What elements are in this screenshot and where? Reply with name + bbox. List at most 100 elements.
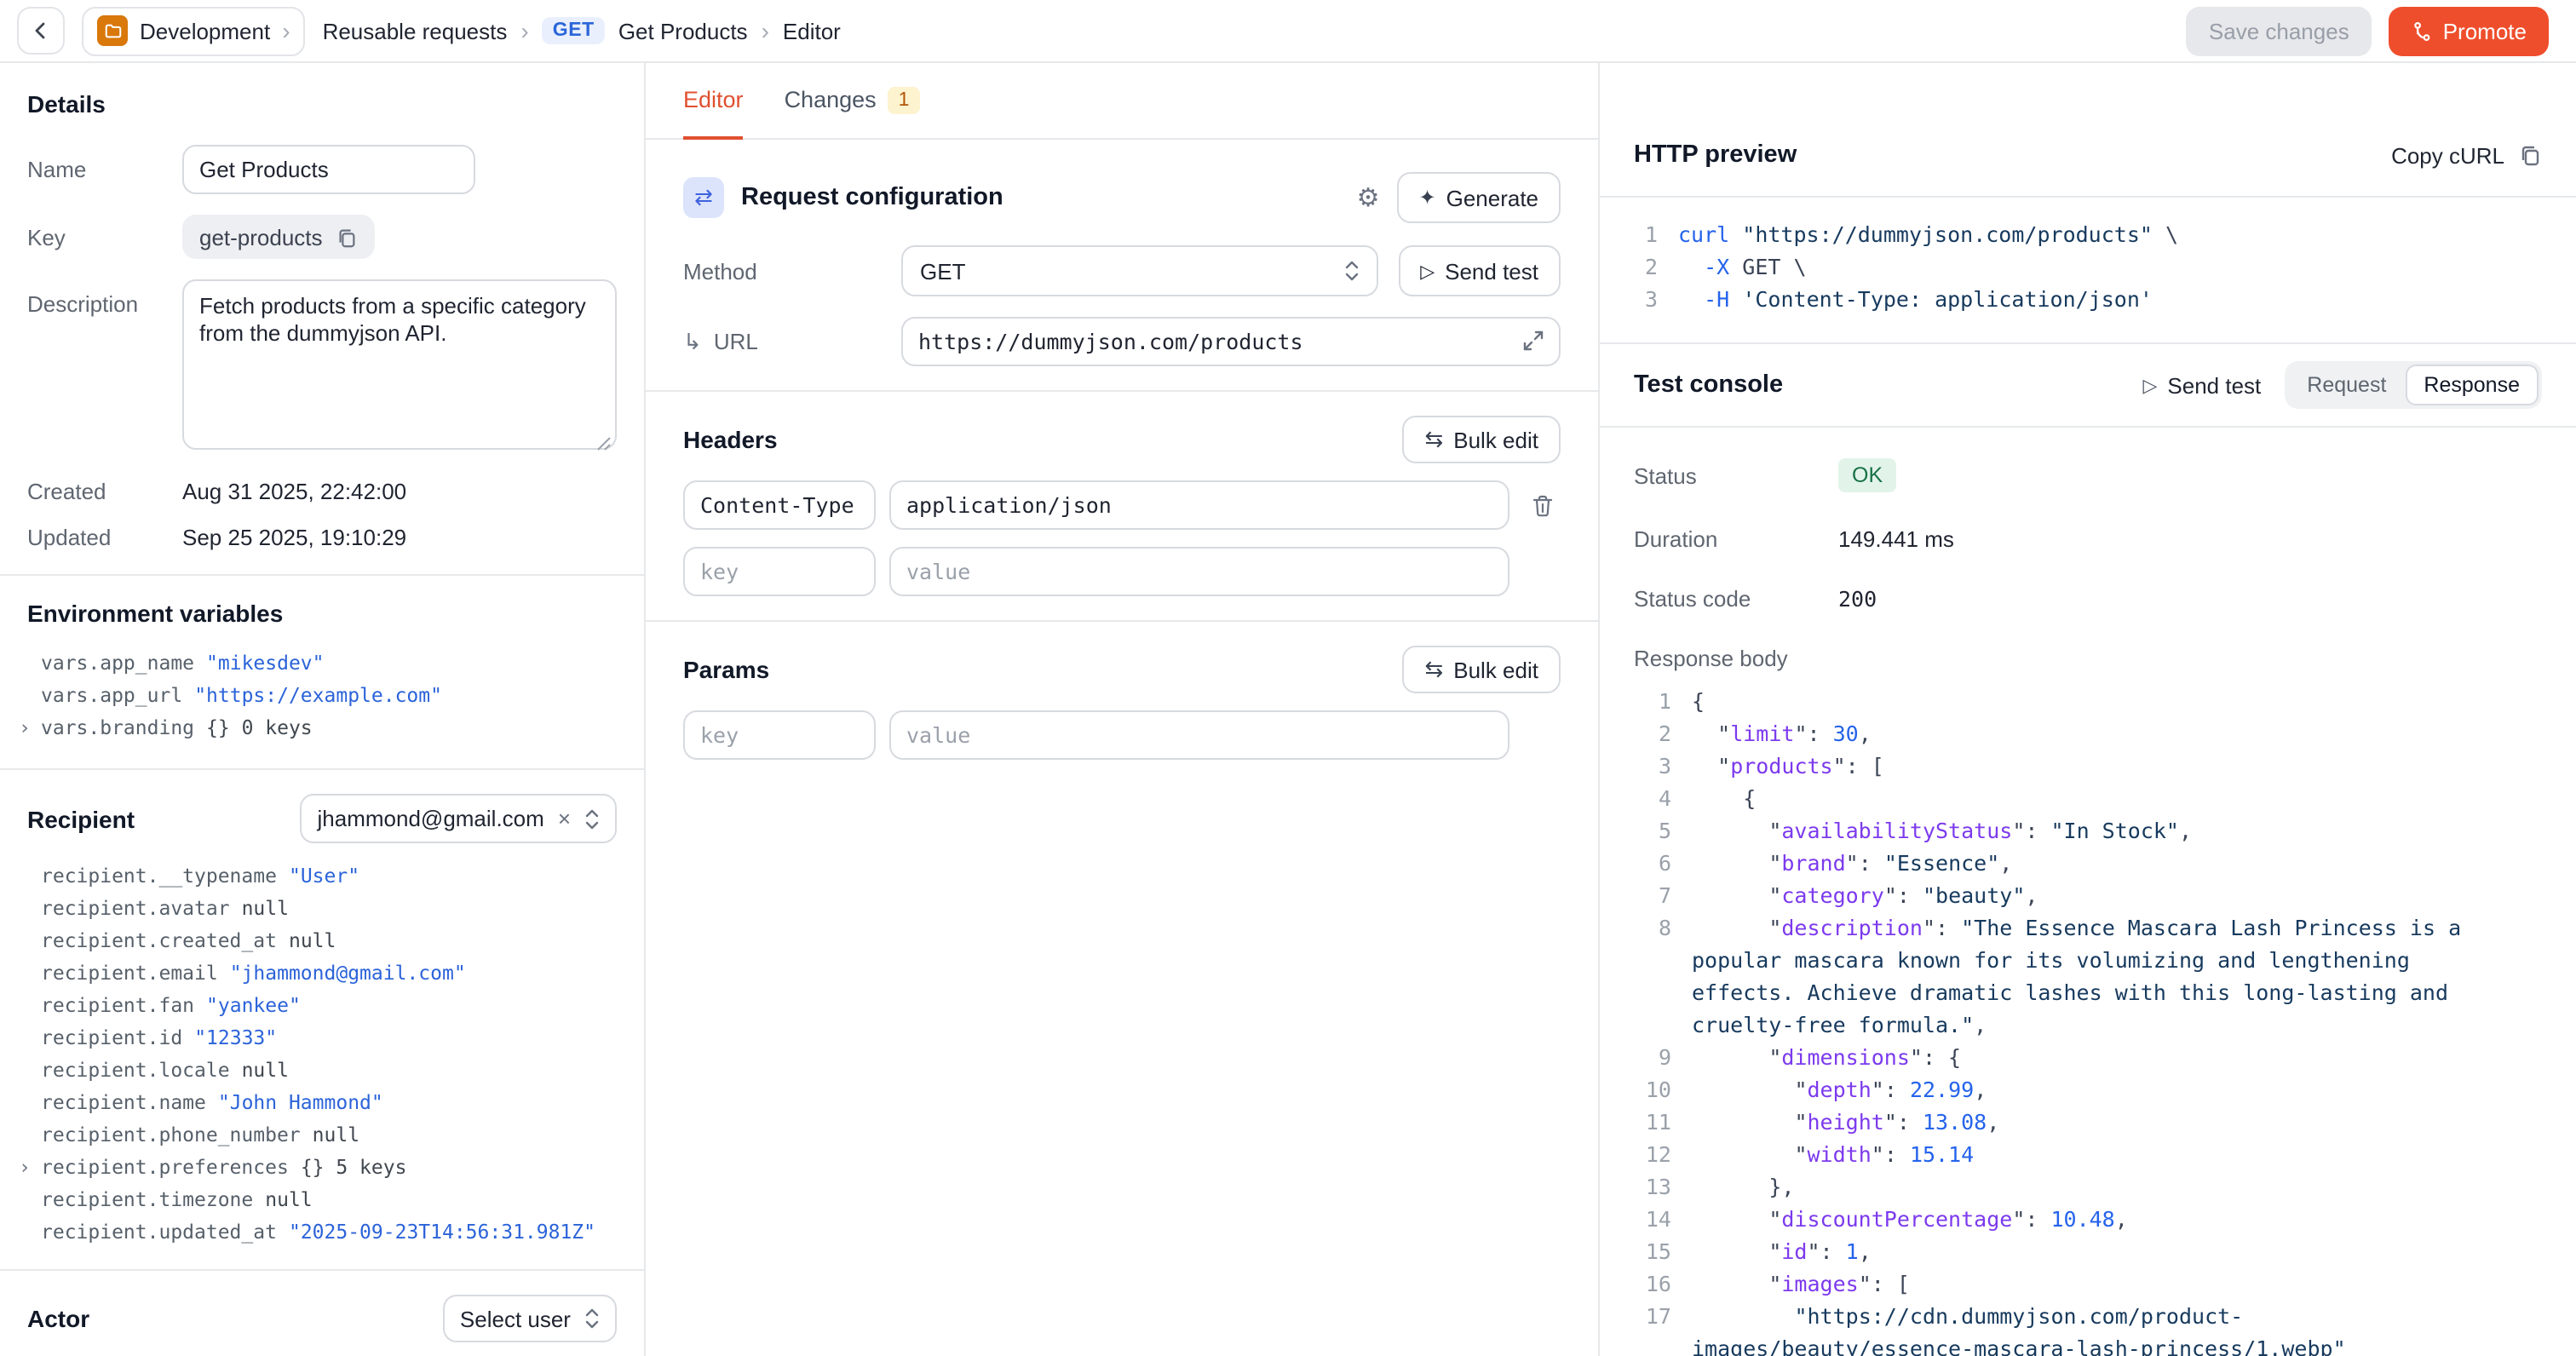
send-test-button[interactable]: ▷ Send test [2142,372,2261,398]
code-line: 6 "brand": "Essence", [1634,847,2511,879]
delete-header-button[interactable] [1523,493,1561,517]
variable-value: "mikesdev" [206,651,325,675]
copy-icon[interactable] [336,226,359,248]
line-number: 17 [1634,1300,1671,1356]
variable-value: null [265,1187,312,1211]
expand-icon[interactable] [1521,329,1545,353]
promote-button[interactable]: Promote [2389,6,2549,55]
test-console-title: Test console [1634,371,1783,399]
variable-row[interactable]: ›vars.branding{} 0 keys [27,712,617,744]
method-select[interactable]: GET [901,245,1377,296]
tab-editor[interactable]: Editor [683,63,744,140]
headers-bulk-edit-button[interactable]: ⇆ Bulk edit [1402,416,1561,463]
actor-select[interactable]: Select user [443,1295,617,1342]
save-changes-button[interactable]: Save changes [2187,6,2372,55]
project-name: Development [140,18,270,43]
chevron-right-icon[interactable]: › [19,1152,31,1184]
editor-tabs: Editor Changes 1 [646,63,1598,140]
project-switcher[interactable]: Development › [82,6,306,55]
params-title: Params [683,656,769,683]
variable-value: null [242,1058,289,1082]
variable-value: null [313,1123,359,1146]
code-line: 9 "dimensions": { [1634,1041,2511,1073]
name-field-row: Name [27,145,617,194]
code-line: 3 "products": [ [1634,750,2511,782]
code-line: 16 "images": [ [1634,1267,2511,1300]
actor-title: Actor [27,1305,89,1332]
recipient-select[interactable]: jhammond@gmail.com × [301,794,617,843]
send-test-label: Send test [1445,258,1538,284]
status-row: Status OK [1634,458,2542,492]
variable-value: null [242,896,289,920]
header-key-input[interactable] [683,547,876,596]
copy-curl-button[interactable]: Copy cURL [2391,142,2542,168]
status-code-row: Status code 200 [1634,586,2542,612]
key-value: get-products [199,224,323,250]
method-selected-value: GET [920,258,965,284]
chevron-right-icon[interactable]: › [19,712,31,744]
param-key-input[interactable] [683,710,876,760]
tab-changes[interactable]: Changes 1 [785,63,920,140]
clear-icon[interactable]: × [558,806,571,831]
variable-key: recipient.email [41,961,218,985]
line-number: 15 [1634,1235,1671,1267]
variable-row[interactable]: ›recipient.preferences{} 5 keys [27,1152,617,1184]
params-bulk-edit-button[interactable]: ⇆ Bulk edit [1402,646,1561,693]
method-badge: GET [543,17,605,44]
variable-key: vars.app_name [41,651,194,675]
generate-button[interactable]: ✦ Generate [1396,172,1561,223]
param-value-input[interactable] [889,710,1509,760]
url-row: ↳ URL [683,317,1561,366]
gear-icon[interactable]: ⚙ [1357,182,1380,213]
variable-value: "yankee" [206,993,301,1017]
breadcrumb-request-name[interactable]: Get Products [618,18,748,43]
toggle-response[interactable]: Response [2405,365,2539,405]
resize-handle-icon[interactable] [596,436,612,451]
actor-row: Actor Select user [27,1295,617,1342]
description-textarea[interactable]: Fetch products from a specific category … [182,279,617,450]
recipient-title: Recipient [27,805,135,832]
sparkle-icon: ✦ [1418,186,1435,210]
select-chevrons-icon [1343,259,1359,283]
swap-arrows-icon: ⇄ [683,177,724,218]
line-number: 3 [1620,283,1658,315]
code-line: 11 "height": 13.08, [1634,1106,2511,1138]
variable-key: vars.app_url [41,683,182,707]
back-button[interactable] [17,7,65,55]
variable-key: recipient.__typename [41,864,277,888]
code-line: 12 "width": 15.14 [1634,1138,2511,1170]
swap-icon: ⇆ [1424,656,1443,683]
variable-row: recipient.id"12333" [27,1022,617,1054]
send-test-button[interactable]: ▷ Send test [1398,245,1561,296]
actor-select-label: Select user [460,1306,571,1331]
http-preview-header: HTTP preview Copy cURL [1600,63,2576,198]
code-line: 7 "category": "beauty", [1634,879,2511,911]
changes-count-badge: 1 [888,86,920,113]
details-title: Details [27,90,617,118]
environment-variables-list: vars.app_name "mikesdev" vars.app_url "http… [27,647,617,744]
name-input[interactable] [182,145,475,194]
code-line: 4 { [1634,782,2511,814]
line-number: 1 [1620,218,1658,250]
breadcrumb-reusable-requests[interactable]: Reusable requests [323,18,508,43]
test-console-body: Status OK Duration 149.441 ms Status cod… [1600,428,2576,1356]
header-row [683,480,1561,530]
code-line: 15 "id": 1, [1634,1235,2511,1267]
url-input[interactable] [901,317,1561,366]
git-merge-icon [2411,20,2433,42]
line-number: 8 [1634,911,1671,1041]
line-number: 13 [1634,1170,1671,1203]
updated-value: Sep 25 2025, 19:10:29 [182,525,406,550]
line-number: 12 [1634,1138,1671,1170]
code-line: 17 "https://cdn.dummyjson.com/product-im… [1634,1300,2511,1356]
headers-title: Headers [683,426,778,453]
header-key-input[interactable] [683,480,876,530]
header-value-input[interactable] [889,547,1509,596]
variable-value: "https://example.com" [194,683,442,707]
line-number: 14 [1634,1203,1671,1235]
request-response-toggle: Request Response [2285,361,2542,409]
variable-row: vars.app_url "https://example.com" [27,680,617,712]
variable-row: vars.app_name "mikesdev" [27,647,617,680]
header-value-input[interactable] [889,480,1509,530]
toggle-request[interactable]: Request [2288,365,2405,405]
